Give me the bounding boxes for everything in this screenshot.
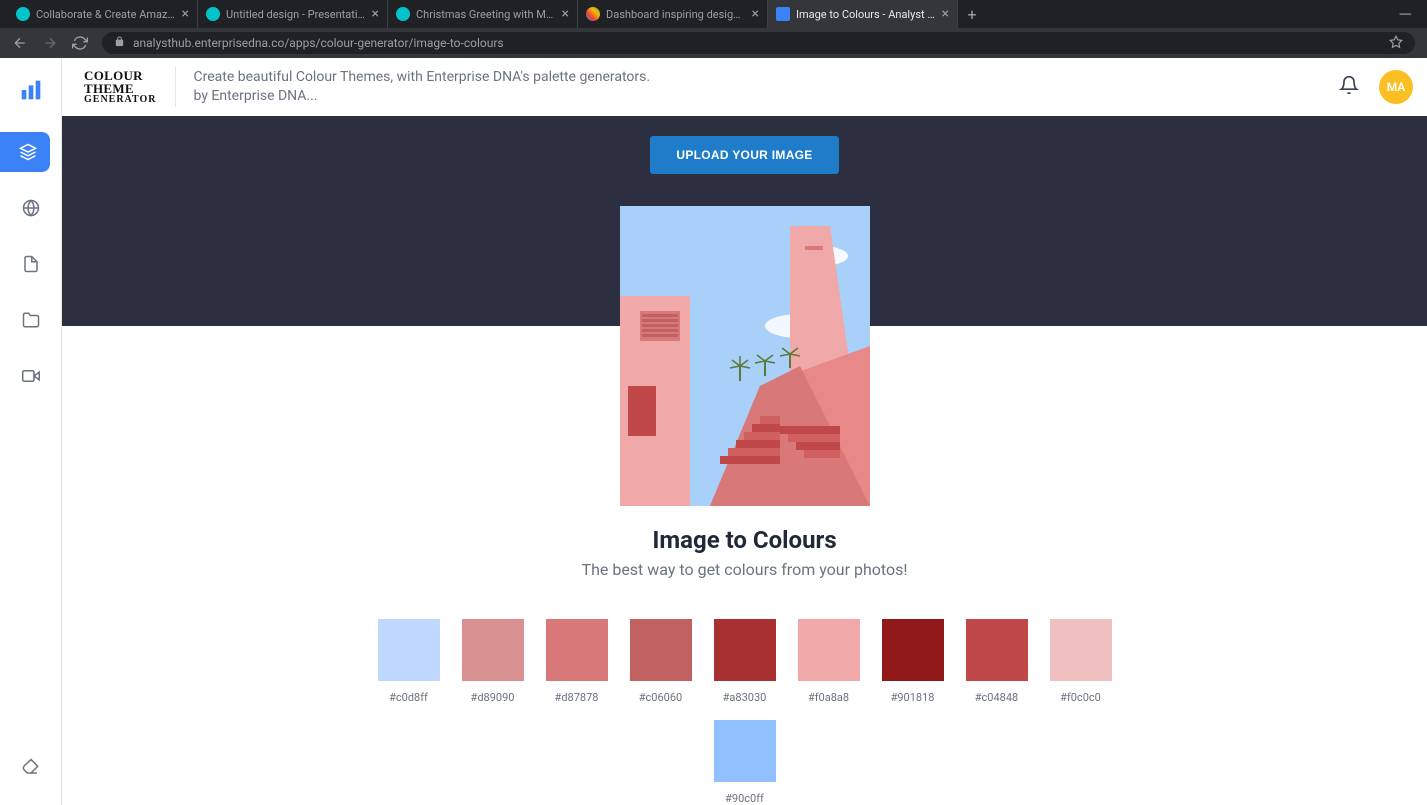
browser-toolbar: analysthub.enterprisedna.co/apps/colour-… — [0, 28, 1427, 58]
swatch-color[interactable] — [1050, 619, 1112, 681]
avatar[interactable]: MA — [1379, 70, 1413, 104]
swatch-item: #c04848 — [966, 619, 1028, 704]
tab-favicon-icon — [206, 7, 220, 21]
swatch-color[interactable] — [714, 619, 776, 681]
swatch-item: #d87878 — [546, 619, 608, 704]
sidebar-item-layers[interactable] — [0, 132, 50, 172]
swatch-hex-label: #f0a8a8 — [808, 691, 849, 704]
tab-favicon-icon — [16, 7, 30, 21]
swatch-item: #c0d8ff — [378, 619, 440, 704]
tab-3[interactable]: Dashboard inspiring designs - G × — [578, 0, 768, 28]
app-logo-icon[interactable] — [17, 76, 45, 104]
swatch-color[interactable] — [714, 720, 776, 782]
swatch-hex-label: #90c0ff — [725, 792, 764, 805]
swatch-color[interactable] — [546, 619, 608, 681]
header-tagline: Create beautiful Colour Themes, with Ent… — [194, 68, 651, 106]
bookmark-star-icon[interactable] — [1389, 35, 1403, 52]
tab-title: Christmas Greeting with Man hol — [416, 8, 556, 21]
browser-tabs: Collaborate & Create Amazing G × Untitle… — [0, 0, 1427, 28]
notification-bell-icon[interactable] — [1339, 75, 1359, 99]
swatch-hex-label: #f0c0c0 — [1060, 691, 1101, 704]
swatch-hex-label: #a83030 — [723, 691, 767, 704]
swatch-hex-label: #c04848 — [975, 691, 1018, 704]
tab-title: Image to Colours - Analyst Hub — [796, 8, 936, 21]
logo-line-3: GENERATOR — [84, 95, 157, 105]
swatches-row-2: #90c0ff — [714, 720, 776, 805]
swatch-color[interactable] — [630, 619, 692, 681]
sidebar-item-file[interactable] — [9, 244, 53, 284]
swatch-item: #c06060 — [630, 619, 692, 704]
swatch-color[interactable] — [966, 619, 1028, 681]
divider — [175, 67, 176, 107]
upload-button[interactable]: UPLOAD YOUR IMAGE — [650, 136, 838, 174]
swatch-color[interactable] — [378, 619, 440, 681]
swatch-item: #90c0ff — [714, 720, 776, 805]
swatches-row-1: #c0d8ff #d89090 #d87878 #c06060 #a83030 #f0a8… — [378, 619, 1112, 704]
sidebar-item-folder[interactable] — [9, 300, 53, 340]
header-logo: COLOUR THEME GENERATOR — [84, 69, 157, 105]
sidebar-item-globe[interactable] — [9, 188, 53, 228]
close-icon[interactable]: × — [942, 7, 949, 21]
swatch-color[interactable] — [882, 619, 944, 681]
back-icon[interactable] — [12, 35, 28, 51]
swatch-color[interactable] — [798, 619, 860, 681]
swatch-item: #f0a8a8 — [798, 619, 860, 704]
swatch-item: #f0c0c0 — [1050, 619, 1112, 704]
hero-section: UPLOAD YOUR IMAGE — [62, 116, 1427, 326]
tab-2[interactable]: Christmas Greeting with Man hol × — [388, 0, 578, 28]
swatch-hex-label: #d87878 — [555, 691, 599, 704]
tab-1[interactable]: Untitled design - Presentation (1 × — [198, 0, 388, 28]
close-icon[interactable]: × — [562, 7, 569, 21]
address-bar[interactable]: analysthub.enterprisedna.co/apps/colour-… — [102, 32, 1415, 54]
swatch-hex-label: #c0d8ff — [389, 691, 428, 704]
tab-0[interactable]: Collaborate & Create Amazing G × — [8, 0, 198, 28]
swatch-item: #a83030 — [714, 619, 776, 704]
sidebar — [0, 58, 62, 805]
close-icon[interactable]: × — [182, 7, 189, 21]
page-title: Image to Colours — [652, 526, 836, 554]
swatch-hex-label: #c06060 — [639, 691, 682, 704]
window-controls: ─ — [1400, 0, 1427, 28]
swatch-item: #d89090 — [462, 619, 524, 704]
tab-favicon-icon — [776, 7, 790, 21]
swatch-color[interactable] — [462, 619, 524, 681]
app-header: COLOUR THEME GENERATOR Create beautiful … — [62, 58, 1427, 116]
main-content: COLOUR THEME GENERATOR Create beautiful … — [62, 58, 1427, 805]
tagline-text: Create beautiful Colour Themes, with Ent… — [194, 68, 651, 87]
close-icon[interactable]: × — [752, 7, 759, 21]
tab-favicon-icon — [396, 7, 410, 21]
avatar-initials: MA — [1387, 80, 1406, 94]
lock-icon — [114, 36, 125, 50]
tab-4[interactable]: Image to Colours - Analyst Hub × — [768, 0, 958, 28]
url-text: analysthub.enterprisedna.co/apps/colour-… — [133, 36, 504, 50]
byline-text: by Enterprise DNA... — [194, 87, 651, 106]
preview-image — [620, 206, 870, 506]
tab-title: Untitled design - Presentation (1 — [226, 8, 366, 21]
reload-icon[interactable] — [72, 35, 88, 51]
page-subtitle: The best way to get colours from your ph… — [582, 560, 908, 579]
sidebar-item-video[interactable] — [9, 356, 53, 396]
swatch-item: #901818 — [882, 619, 944, 704]
sidebar-item-eraser[interactable] — [9, 747, 53, 787]
forward-icon[interactable] — [42, 35, 58, 51]
tab-title: Dashboard inspiring designs - G — [606, 8, 746, 21]
close-icon[interactable]: × — [372, 7, 379, 21]
new-tab-button[interactable]: + — [958, 0, 986, 28]
tab-favicon-icon — [586, 7, 600, 21]
minimize-icon[interactable]: ─ — [1400, 4, 1411, 24]
swatch-hex-label: #901818 — [891, 691, 935, 704]
tab-title: Collaborate & Create Amazing G — [36, 8, 176, 21]
swatch-hex-label: #d89090 — [471, 691, 515, 704]
